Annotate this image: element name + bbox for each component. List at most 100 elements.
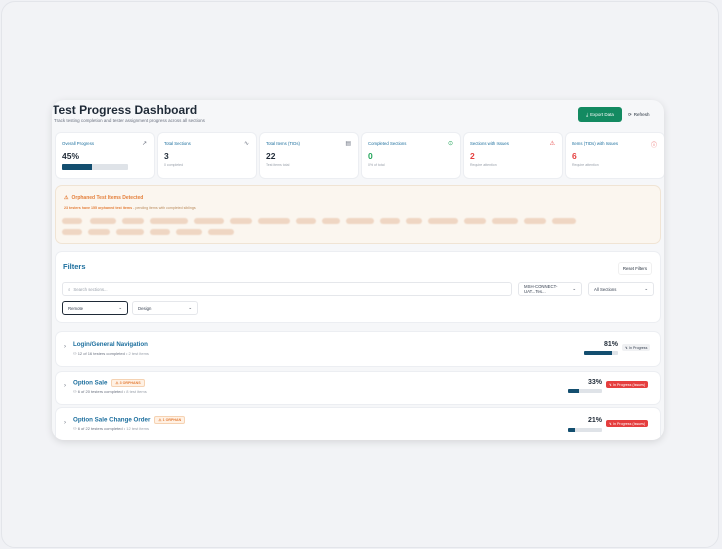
search-input[interactable]: ⌕ Search sections... [62, 282, 512, 296]
card-title: Completed Sections [368, 141, 407, 146]
card-title: Total Items (TIDs) [266, 141, 300, 146]
remote-select[interactable]: Remote ⌄ [62, 301, 128, 315]
tester-chip[interactable] [90, 218, 116, 224]
status-badge: ↯ In Progress (Issues) [606, 420, 649, 427]
card-subtext: Test items total [266, 163, 290, 167]
tester-chip[interactable] [492, 218, 518, 224]
chevron-right-icon[interactable]: › [64, 383, 66, 389]
section-row[interactable]: › Option Sale Change Order ⚠ 1 ORPHAN ⚇ 6… [56, 408, 660, 440]
tester-chip[interactable] [208, 229, 234, 235]
section-percent: 81% [603, 341, 618, 348]
status-badge: ↯ In Progress (Issues) [606, 381, 649, 388]
testers-completed: 12 of 16 testers completed [77, 351, 125, 356]
section-progress-fill [568, 389, 580, 393]
orphaned-items-alert: ⚠ Orphaned Test Items Detected 23 tester… [56, 186, 660, 243]
section-progress-bar [568, 428, 602, 432]
test-items-count: • 8 test items [123, 389, 147, 394]
card-title: Total Sections [164, 141, 191, 146]
tester-chip[interactable] [62, 218, 82, 224]
card-value: 6 [572, 151, 577, 161]
chevron-right-icon[interactable]: › [64, 420, 66, 426]
card-title: Items (TIDs) with Issues [572, 141, 619, 146]
card-subtext: 0 completed [164, 163, 184, 167]
check-circle-icon: ⊙ [447, 141, 453, 147]
chevron-right-icon[interactable]: › [64, 344, 66, 350]
orphaned-count-text: 23 testers have 155 orphaned test items [64, 206, 133, 210]
status-text: In Progress (Issues) [613, 421, 646, 426]
card-subtext: Require attention [572, 163, 599, 167]
search-placeholder: Search sections... [73, 286, 108, 292]
orphaned-alert-title-text: Orphaned Test Items Detected [71, 195, 144, 201]
orphans-badge: ⚠ 3 ORPHANS [111, 379, 145, 387]
card-total-items: Total Items (TIDs) ▤ 22 Test items total [260, 133, 358, 178]
refresh-icon: ⟳ [628, 111, 632, 117]
card-value: 45% [62, 151, 80, 161]
document-icon: ▤ [345, 141, 351, 147]
export-data-label: Export Data [590, 112, 614, 117]
section-progress-bar [568, 389, 602, 393]
warning-icon: ⚠ [64, 195, 69, 201]
orphans-badge-text: 1 ORPHAN [162, 418, 182, 422]
tester-chip[interactable] [258, 218, 290, 224]
design-select[interactable]: Design ⌄ [132, 301, 198, 315]
section-progress-fill [584, 351, 612, 355]
card-subtext: 0% of total [368, 163, 385, 167]
tester-chip[interactable] [150, 229, 170, 235]
project-select[interactable]: MSH-CONNECT-UAT...Tes... ⌄ [518, 282, 582, 296]
status-badge: ↯ In Progress [622, 344, 651, 351]
section-meta: ⚇ 6 of 22 testers completed • 12 test it… [73, 426, 149, 431]
page-title: Test Progress Dashboard [52, 103, 198, 117]
section-meta: ⚇ 6 of 20 testers completed • 8 test ite… [73, 389, 147, 394]
status-text: In Progress [629, 345, 648, 350]
orphans-badge: ⚠ 1 ORPHAN [154, 416, 186, 424]
section-name: Option Sale Change Order ⚠ 1 ORPHAN [73, 416, 186, 424]
section-row[interactable]: › Option Sale ⚠ 3 ORPHANS ⚇ 6 of 20 teste… [56, 372, 660, 404]
section-percent: 33% [587, 379, 602, 386]
chevron-down-icon: ⌄ [188, 305, 192, 310]
warning-icon: ⚠ [549, 141, 555, 147]
card-subtext: Require attention [470, 163, 497, 167]
tester-chip[interactable] [406, 218, 422, 224]
tester-chip[interactable] [194, 218, 224, 224]
activity-icon: ∿ [243, 141, 249, 147]
tester-chip[interactable] [296, 218, 316, 224]
tester-chip[interactable] [150, 218, 188, 224]
testers-completed: 6 of 20 testers completed [77, 389, 123, 394]
tester-chip[interactable] [380, 218, 400, 224]
refresh-button[interactable]: ⟳ Refresh [628, 107, 660, 122]
section-name-text: Option Sale Change Order [73, 416, 151, 424]
section-name-text: Option Sale [73, 379, 108, 387]
tester-chip[interactable] [230, 218, 252, 224]
test-items-count: • 2 test items [125, 351, 149, 356]
card-overall-progress: Overall Progress ↗ 45% [56, 133, 154, 178]
orphaned-alert-summary: 23 testers have 155 orphaned test items … [64, 206, 196, 210]
section-progress-fill [568, 428, 576, 432]
section-meta: ⚇ 12 of 16 testers completed • 2 test it… [73, 351, 149, 356]
card-value: 0 [368, 151, 373, 161]
remote-select-value: Remote [68, 305, 84, 311]
section-name: Option Sale ⚠ 3 ORPHANS [73, 379, 145, 387]
reset-filters-button[interactable]: Reset Filters [617, 262, 652, 275]
tester-chip[interactable] [176, 229, 202, 235]
tester-chip[interactable] [62, 229, 82, 235]
card-completed-sections: Completed Sections ⊙ 0 0% of total [362, 133, 460, 178]
testers-completed: 6 of 22 testers completed [77, 426, 123, 431]
section-row[interactable]: › Login/General Navigation ⚇ 12 of 16 te… [56, 332, 660, 366]
sections-select[interactable]: All Sections ⌄ [588, 282, 654, 296]
card-title: Sections with Issues [470, 141, 509, 146]
orphaned-tester-chips [62, 216, 652, 238]
tester-chip[interactable] [322, 218, 340, 224]
tester-chip[interactable] [116, 229, 144, 235]
download-icon: ⤓ [586, 112, 589, 117]
export-data-button[interactable]: ⤓ Export Data [578, 107, 622, 122]
tester-chip[interactable] [552, 218, 576, 224]
card-value: 2 [470, 151, 475, 161]
tester-chip[interactable] [524, 218, 546, 224]
tester-chip[interactable] [428, 218, 458, 224]
section-name: Login/General Navigation [73, 341, 148, 348]
chevron-down-icon: ⌄ [118, 305, 122, 310]
tester-chip[interactable] [464, 218, 486, 224]
tester-chip[interactable] [88, 229, 110, 235]
tester-chip[interactable] [122, 218, 144, 224]
tester-chip[interactable] [346, 218, 374, 224]
